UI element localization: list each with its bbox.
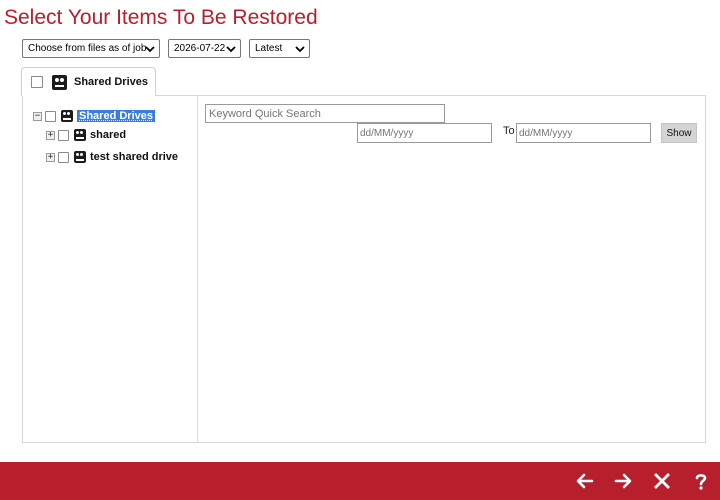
- tree-root[interactable]: − Shared Drives: [33, 109, 155, 123]
- version-value: Latest: [255, 43, 283, 54]
- keyword-search-input[interactable]: [205, 104, 445, 123]
- tree-item[interactable]: + test shared drive: [46, 150, 178, 164]
- show-button[interactable]: Show: [661, 123, 697, 143]
- chevron-down-icon: [145, 46, 155, 53]
- tree-item-checkbox[interactable]: [58, 151, 69, 163]
- panel-divider: [197, 96, 198, 442]
- date-to-field[interactable]: [516, 123, 651, 143]
- tree-item-checkbox[interactable]: [58, 129, 69, 141]
- collapse-icon[interactable]: −: [33, 111, 42, 121]
- next-button[interactable]: [612, 470, 634, 492]
- shared-drive-icon: [52, 74, 67, 90]
- shared-drive-icon: [61, 110, 73, 122]
- question-icon: [695, 474, 707, 490]
- arrow-right-icon: [614, 473, 632, 489]
- tab-checkbox[interactable]: [31, 76, 43, 88]
- chevron-down-icon: [226, 46, 236, 53]
- date-select[interactable]: 2026-07-22: [168, 39, 241, 58]
- arrow-left-icon: [576, 473, 594, 489]
- job-mode-value: Choose from files as of job: [28, 43, 147, 54]
- footer-bar: [0, 462, 720, 500]
- close-icon: [654, 473, 670, 489]
- version-select[interactable]: Latest: [249, 39, 310, 58]
- to-label: To: [503, 125, 515, 137]
- job-mode-select[interactable]: Choose from files as of job: [22, 39, 160, 58]
- help-button[interactable]: [690, 470, 712, 492]
- close-button[interactable]: [651, 470, 673, 492]
- expand-icon[interactable]: +: [46, 130, 55, 140]
- shared-drive-icon: [74, 129, 86, 141]
- shared-drive-icon: [74, 151, 86, 163]
- date-from-field[interactable]: [357, 123, 492, 143]
- restore-panel: − Shared Drives + shared + test shared d…: [22, 95, 706, 443]
- tree-root-label[interactable]: Shared Drives: [77, 110, 155, 122]
- tree-root-checkbox[interactable]: [45, 110, 56, 122]
- tree-item[interactable]: + shared: [46, 128, 126, 142]
- tab-shared-drives[interactable]: Shared Drives: [21, 67, 156, 96]
- tree-item-label[interactable]: test shared drive: [90, 151, 178, 163]
- chevron-down-icon: [295, 46, 305, 53]
- expand-icon[interactable]: +: [46, 152, 55, 162]
- tab-label: Shared Drives: [74, 76, 148, 88]
- date-value: 2026-07-22: [174, 43, 226, 54]
- page-title: Select Your Items To Be Restored: [4, 6, 318, 29]
- back-button[interactable]: [574, 470, 596, 492]
- tree-item-label[interactable]: shared: [90, 129, 126, 141]
